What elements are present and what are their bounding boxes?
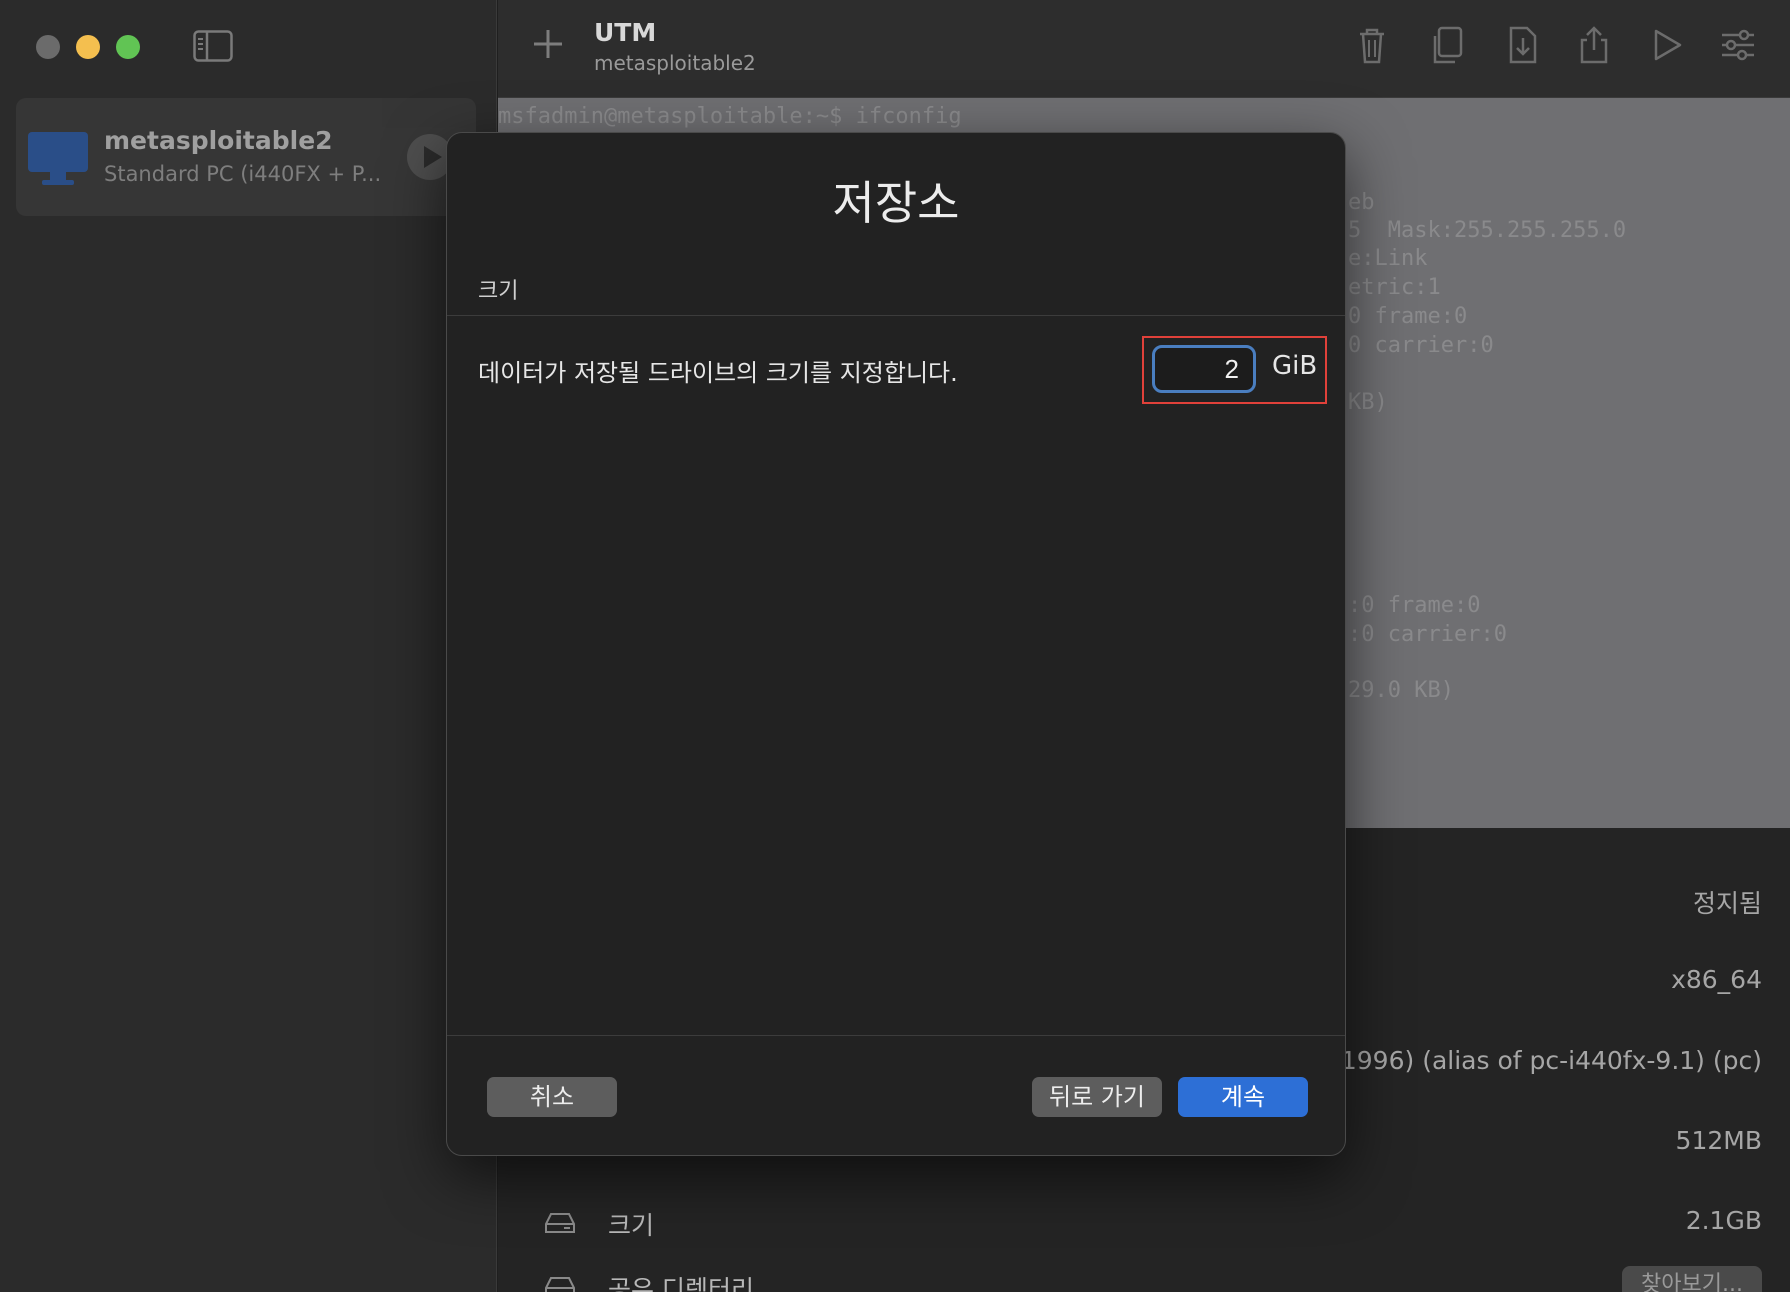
size-description: 데이터가 저장될 드라이브의 크기를 지정합니다. (478, 359, 958, 387)
console-line: msfadmin@metasploitable:~$ ifconfig (498, 104, 962, 129)
console-line: :0 carrier:0 (1348, 622, 1507, 647)
back-button[interactable]: 뒤로 가기 (1032, 1077, 1162, 1117)
sidebar: metasploitable2 Standard PC (i440FX + P.… (0, 0, 497, 1292)
sidebar-toggle-icon[interactable] (193, 30, 233, 62)
vm-name: metasploitable2 (104, 126, 333, 155)
settings-icon[interactable] (1718, 24, 1758, 66)
minimize-window-button[interactable] (76, 35, 100, 59)
trash-icon[interactable] (1352, 24, 1392, 66)
divider (447, 1035, 1345, 1036)
console-line: 29.0 KB) (1348, 678, 1454, 703)
download-icon[interactable] (1502, 24, 1542, 66)
clone-icon[interactable] (1427, 24, 1467, 66)
section-header: 크기 (478, 279, 519, 304)
memory-value: 512MB (1675, 1126, 1762, 1155)
toolbar: UTM metasploitable2 (498, 0, 1790, 98)
machine-value: 1996) (alias of pc-i440fx-9.1) (pc) (1340, 1046, 1762, 1075)
detail-shared-dir-row: 공유 디렉터리 찾아보기... (498, 1260, 1790, 1292)
window-subtitle: metasploitable2 (594, 51, 756, 75)
monitor-icon (28, 132, 88, 185)
cancel-button[interactable]: 취소 (487, 1077, 617, 1117)
vm-description: Standard PC (i440FX + P... (104, 162, 382, 186)
shared-directory-label: 공유 디렉터리 (608, 1275, 754, 1292)
console-line: 0 carrier:0 (1348, 333, 1494, 358)
browse-button[interactable]: 찾아보기... (1622, 1266, 1762, 1292)
dialog-title: 저장소 (832, 176, 960, 230)
drive-icon (545, 1277, 575, 1292)
window-title: UTM (594, 18, 657, 47)
play-icon[interactable] (1646, 24, 1686, 66)
console-line: 0 frame:0 (1348, 304, 1468, 329)
console-line: 5 Mask:255.255.255.0 (1348, 218, 1627, 243)
console-line: e:Link (1348, 246, 1428, 271)
console-line: eb (1348, 190, 1375, 215)
size-unit: GiB (1272, 351, 1318, 381)
size-input[interactable]: 2 (1152, 345, 1256, 393)
console-line: :0 frame:0 (1348, 593, 1481, 618)
add-icon[interactable] (530, 26, 566, 62)
share-icon[interactable] (1574, 24, 1614, 66)
maximize-window-button[interactable] (116, 35, 140, 59)
size-label: 크기 (608, 1211, 655, 1240)
status-value: 정지됨 (1692, 889, 1762, 918)
storage-dialog: 저장소 크기 데이터가 저장될 드라이브의 크기를 지정합니다. 2 GiB 취… (446, 132, 1346, 1156)
console-line: etric:1 (1348, 275, 1441, 300)
console-line: KB) (1348, 390, 1388, 415)
vm-list-item[interactable]: metasploitable2 Standard PC (i440FX + P.… (16, 98, 476, 216)
size-value: 2.1GB (1685, 1206, 1762, 1235)
continue-button[interactable]: 계속 (1178, 1077, 1308, 1117)
close-window-button[interactable] (36, 35, 60, 59)
architecture-value: x86_64 (1671, 965, 1762, 994)
drive-icon (545, 1213, 575, 1233)
detail-size-row: 크기 2.1GB (498, 1196, 1790, 1256)
divider (447, 315, 1345, 316)
